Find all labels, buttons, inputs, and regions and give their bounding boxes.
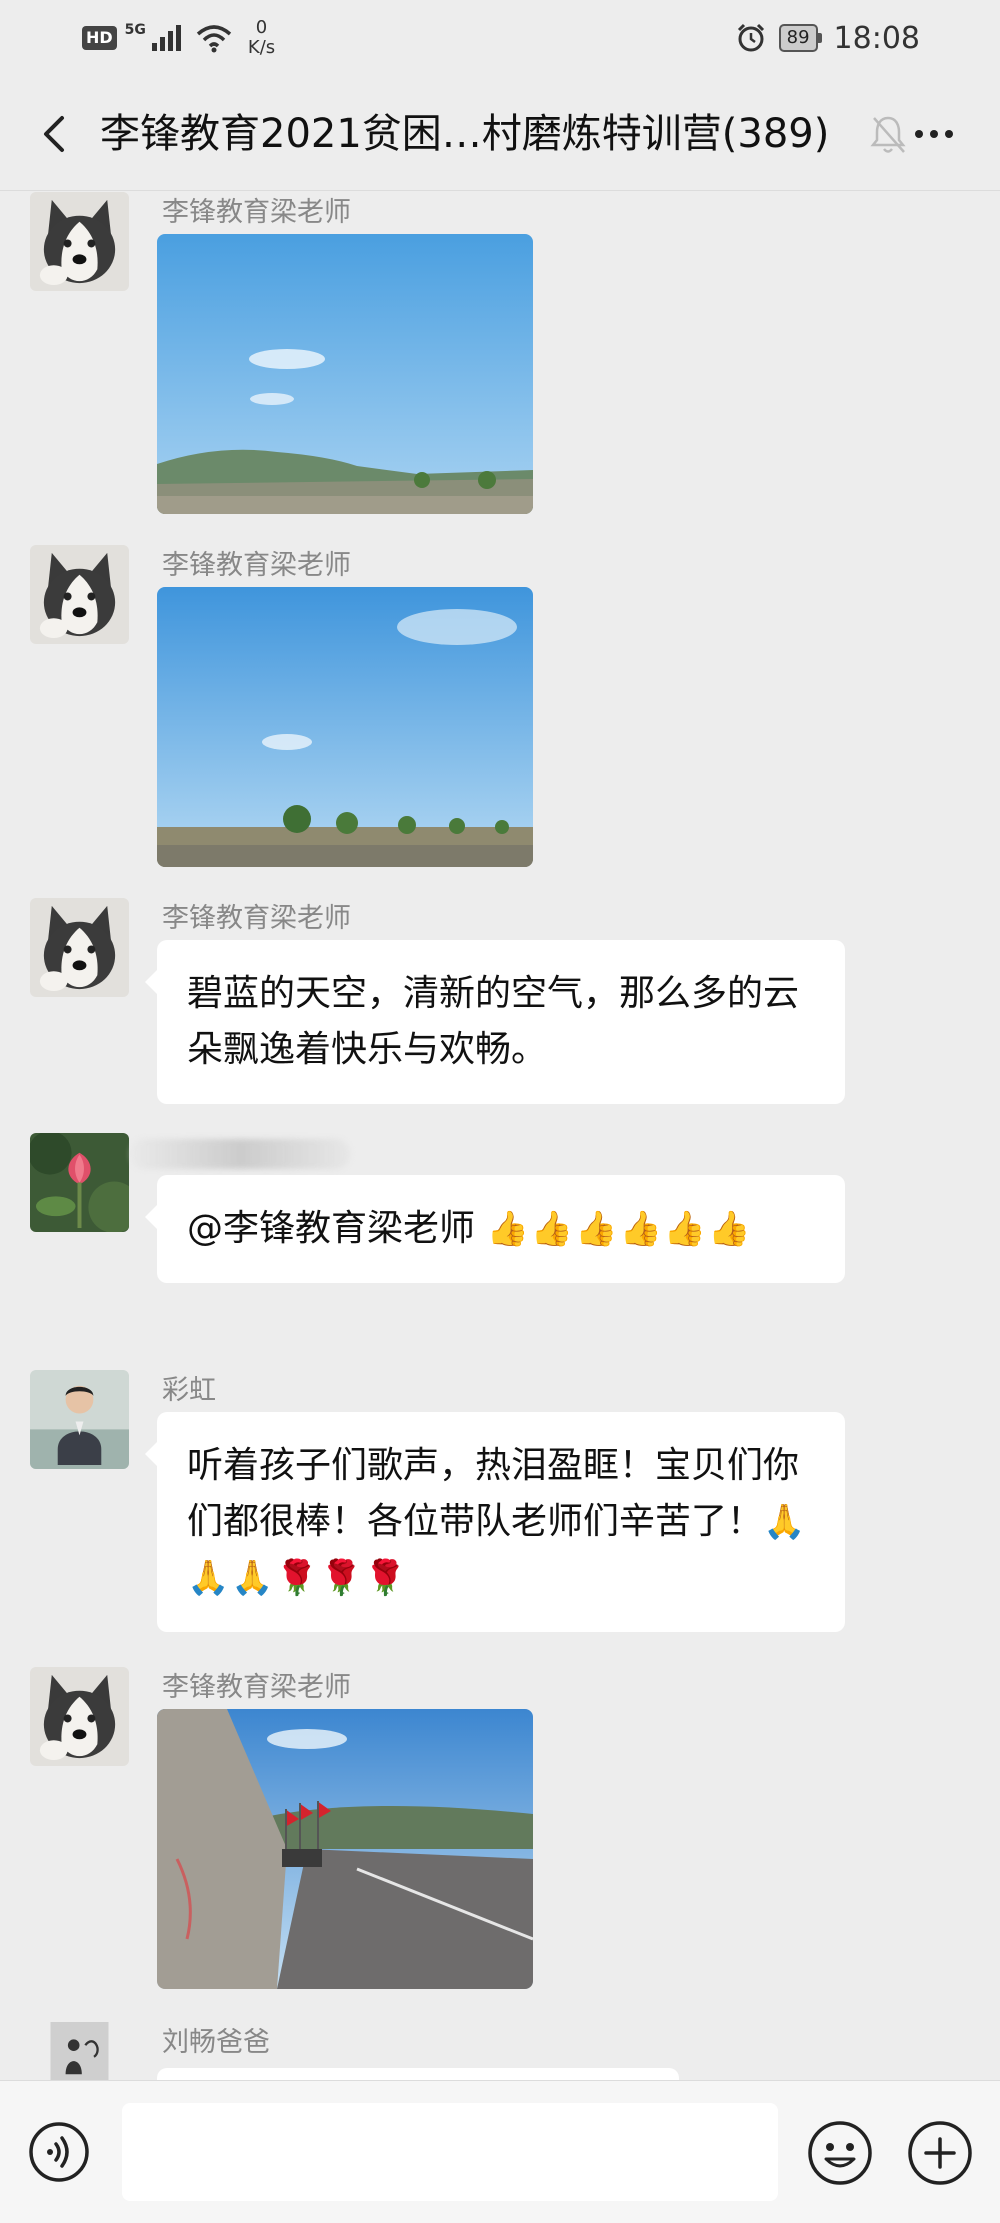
back-arrow-icon[interactable] — [28, 106, 84, 162]
status-left: HD 5G 0 K/s — [82, 18, 275, 58]
blurred-sender-name — [130, 1139, 350, 1169]
avatar-husky[interactable] — [30, 192, 129, 291]
image-message-sky-trees[interactable] — [157, 587, 533, 867]
status-bar: HD 5G 0 K/s 89 18:08 — [0, 0, 1000, 70]
status-right: 89 18:08 — [735, 18, 920, 58]
network-speed: 0 K/s — [248, 18, 275, 58]
image-message-sky-landscape[interactable] — [157, 234, 533, 514]
chat-input-bar — [0, 2080, 1000, 2223]
message-item: 李锋教育梁老师 — [0, 545, 1000, 875]
image-message-road-march-flags[interactable] — [157, 1709, 533, 1989]
text-message-bubble[interactable]: @李锋教育梁老师 👍👍👍👍👍👍 — [145, 1175, 845, 1283]
avatar-husky[interactable] — [30, 898, 129, 997]
message-text: @李锋教育梁老师 — [187, 1208, 487, 1249]
text-message-bubble[interactable]: 碧蓝的天空，清新的空气，那么多的云朵飘逸着快乐与欢畅。 — [145, 940, 845, 1104]
sender-name: 刘畅爸爸 — [162, 2027, 270, 2058]
avatar-person[interactable] — [30, 1370, 129, 1469]
more-options-button[interactable] — [904, 114, 964, 154]
text-message-bubble[interactable]: 听着孩子们歌声，热泪盈眶！宝贝们你们都很棒！各位带队老师们辛苦了！🙏🙏🙏🌹🌹🌹 — [145, 1412, 845, 1632]
avatar-husky[interactable] — [30, 1667, 129, 1766]
dot — [915, 130, 923, 138]
hd-badge: HD — [82, 26, 117, 50]
message-item: @李锋教育梁老师 👍👍👍👍👍👍 — [0, 1133, 1000, 1343]
clock: 18:08 — [833, 20, 920, 56]
thumbs-up-emoji: 👍👍👍👍👍👍 — [486, 1209, 753, 1249]
message-item: 刘畅爸爸 — [0, 2022, 1000, 2082]
speed-value: 0 — [255, 17, 268, 38]
message-text: 听着孩子们歌声，热泪盈眶！宝贝们你们都很棒！各位带队老师们辛苦了！ — [187, 1445, 800, 1542]
sender-name: 彩虹 — [162, 1375, 216, 1406]
plus-more-icon[interactable] — [906, 2119, 974, 2187]
avatar-husky[interactable] — [30, 545, 129, 644]
dot — [945, 130, 953, 138]
signal-icon — [151, 25, 181, 51]
message-item: 李锋教育梁老师 碧蓝的天空，清新的空气，那么多的云朵飘逸着快乐与欢畅。 — [0, 898, 1000, 1108]
speed-unit: K/s — [247, 37, 276, 58]
battery-indicator: 89 — [778, 24, 822, 52]
sender-name: 李锋教育梁老师 — [162, 903, 351, 934]
battery-tip — [817, 33, 822, 43]
sender-name: 李锋教育梁老师 — [162, 1672, 351, 1703]
message-text: 碧蓝的天空，清新的空气，那么多的云朵飘逸着快乐与欢畅。 — [187, 973, 800, 1070]
voice-input-icon[interactable] — [28, 2121, 90, 2183]
battery-level: 89 — [778, 24, 818, 52]
network-type: 5G — [124, 22, 146, 38]
emoji-face-icon[interactable] — [806, 2119, 874, 2187]
dot — [930, 130, 938, 138]
message-item: 彩虹 听着孩子们歌声，热泪盈眶！宝贝们你们都很棒！各位带队老师们辛苦了！🙏🙏🙏🌹… — [0, 1370, 1000, 1640]
chat-header: 李锋教育2021贫困…村磨炼特训营(389) — [0, 80, 1000, 191]
message-item: 李锋教育梁老师 — [0, 192, 1000, 522]
avatar-lotus[interactable] — [30, 1133, 129, 1232]
mute-bell-icon — [870, 116, 906, 153]
message-input[interactable] — [122, 2103, 778, 2201]
chat-title: 李锋教育2021贫困…村磨炼特训营(389) — [100, 111, 830, 157]
sender-name: 李锋教育梁老师 — [162, 197, 351, 228]
alarm-icon — [737, 23, 764, 52]
message-item: 李锋教育梁老师 — [0, 1667, 1000, 1997]
sender-name: 李锋教育梁老师 — [162, 550, 351, 581]
avatar-silhouette[interactable] — [30, 2022, 129, 2080]
wifi-icon — [196, 25, 232, 53]
